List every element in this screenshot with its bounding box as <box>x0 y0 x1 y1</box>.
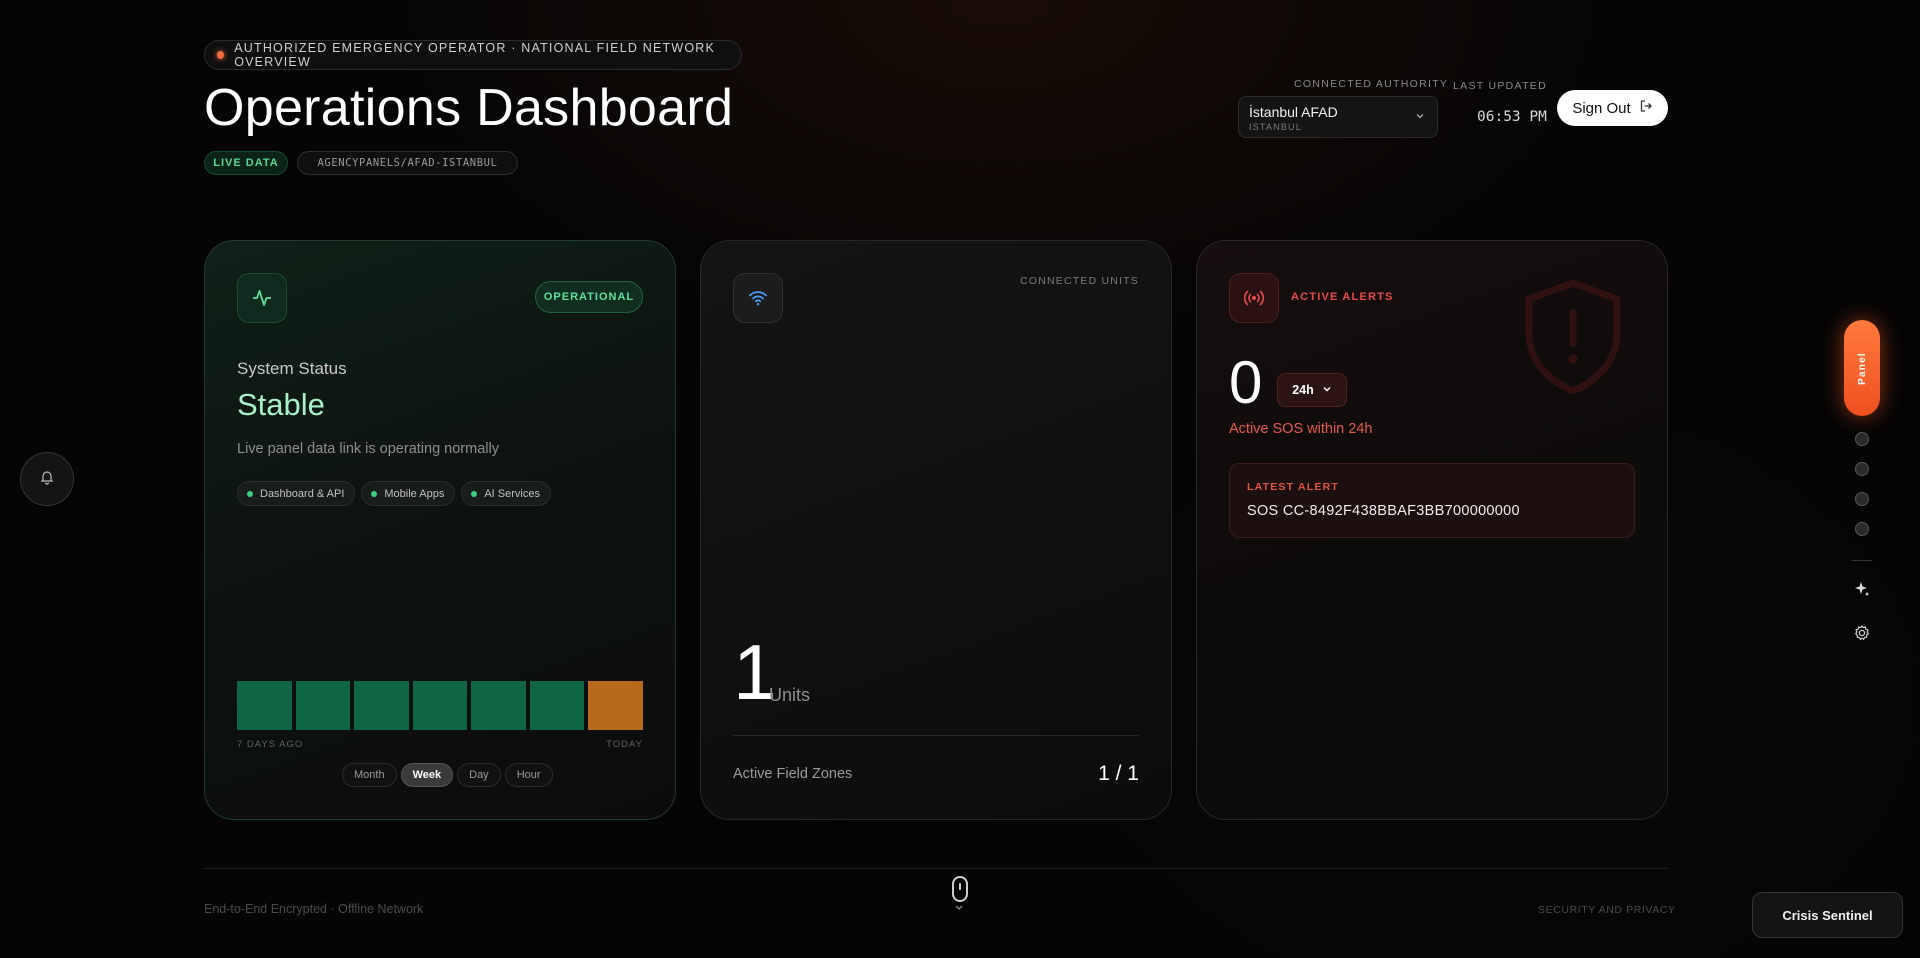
operator-banner: AUTHORIZED EMERGENCY OPERATOR · NATIONAL… <box>204 40 742 70</box>
shield-alert-icon <box>1519 277 1627 402</box>
active-alerts-card: ACTIVE ALERTS 0 24h Active SOS within 24… <box>1196 240 1668 820</box>
units-word: Units <box>769 685 811 705</box>
field-zones-label: Active Field Zones <box>733 766 853 782</box>
uptime-bar-ok <box>295 681 351 730</box>
authority-sub: ISTANBUL <box>1249 122 1302 132</box>
operational-badge: OPERATIONAL <box>535 281 643 313</box>
divider <box>733 735 1139 736</box>
field-zones-value: 1 / 1 <box>1098 762 1139 785</box>
page-title: Operations Dashboard <box>204 79 734 137</box>
chevron-down-icon <box>1415 110 1425 124</box>
crisis-sentinel-button[interactable]: Crisis Sentinel <box>1752 892 1903 938</box>
service-chip-label: Mobile Apps <box>384 487 445 500</box>
status-dot <box>247 490 253 497</box>
authority-name: İstanbul AFAD <box>1249 104 1338 120</box>
service-chip: AI Services <box>461 481 551 506</box>
live-data-tag: LIVE DATA <box>204 151 288 175</box>
sparkle-icon[interactable] <box>1850 577 1874 601</box>
active-alerts-subtitle: Active SOS within 24h <box>1229 421 1373 437</box>
security-privacy-link[interactable]: SECURITY AND PRIVACY <box>1538 904 1676 916</box>
active-alerts-count: 0 <box>1229 349 1263 416</box>
sign-out-button[interactable]: Sign Out <box>1557 90 1668 126</box>
range-hour[interactable]: Hour <box>504 763 553 787</box>
authority-label: CONNECTED AUTHORITY <box>1294 78 1449 90</box>
service-chip: Dashboard & API <box>237 481 356 506</box>
gear-icon[interactable] <box>1850 621 1874 645</box>
live-indicator-dot <box>217 51 225 59</box>
chevron-down-icon <box>954 904 964 915</box>
panel-tab-button[interactable]: Panel <box>1844 320 1880 416</box>
sign-out-label: Sign Out <box>1572 99 1631 117</box>
rail-nav-dot[interactable] <box>1855 522 1869 536</box>
uptime-bars <box>237 681 643 730</box>
latest-alert-label: LATEST ALERT <box>1247 481 1339 493</box>
service-chip: Mobile Apps <box>361 481 456 506</box>
operator-banner-text: AUTHORIZED EMERGENCY OPERATOR · NATIONAL… <box>234 41 716 69</box>
uptime-bar-warn <box>588 681 643 730</box>
status-dot <box>371 490 378 497</box>
uptime-bar-ok <box>237 681 292 730</box>
system-status-value: Stable <box>237 387 325 422</box>
alerts-range-value: 24h <box>1292 383 1314 397</box>
last-updated-time: 06:53 PM <box>1477 109 1547 125</box>
system-status-label: System Status <box>237 359 347 378</box>
range-selector: Month Week Day Hour <box>342 763 553 787</box>
latest-alert-value: SOS CC-8492F438BBAF3BB700000000 <box>1247 503 1520 519</box>
service-chip-label: Dashboard & API <box>260 487 345 500</box>
chevron-down-icon <box>1322 383 1332 397</box>
rail-divider <box>1852 560 1872 561</box>
rail-nav-dot[interactable] <box>1855 462 1869 476</box>
status-dot <box>471 490 478 497</box>
range-week[interactable]: Week <box>400 763 454 787</box>
uptime-bar-ok <box>412 681 468 730</box>
authority-select[interactable]: İstanbul AFAD ISTANBUL <box>1238 96 1438 138</box>
rail-nav-dot[interactable] <box>1855 492 1869 506</box>
path-tag: AGENCYPANELS/AFAD-ISTANBUL <box>297 151 518 175</box>
uptime-axis-start: 7 DAYS AGO <box>237 739 304 750</box>
wifi-icon <box>733 273 783 323</box>
rail-nav-dot[interactable] <box>1855 432 1869 446</box>
alerts-range-select[interactable]: 24h <box>1277 373 1347 407</box>
panel-tab-label: Panel <box>1856 351 1868 385</box>
footer-divider <box>204 868 1668 869</box>
service-chip-label: AI Services <box>484 487 540 500</box>
uptime-bar-ok <box>529 681 585 730</box>
connected-units-label: CONNECTED UNITS <box>1020 275 1139 287</box>
uptime-bar-ok <box>471 681 526 730</box>
last-updated-label: LAST UPDATED <box>1453 80 1547 92</box>
latest-alert-box[interactable]: LATEST ALERT SOS CC-8492F438BBAF3BB70000… <box>1229 463 1635 538</box>
uptime-bar-ok <box>354 681 409 730</box>
system-status-description: Live panel data link is operating normal… <box>237 441 499 457</box>
sign-out-icon <box>1639 99 1653 117</box>
notifications-button[interactable] <box>20 452 74 506</box>
mouse-scroll-icon <box>952 876 968 902</box>
bell-icon <box>39 469 55 490</box>
activity-icon <box>237 273 287 323</box>
range-day[interactable]: Day <box>457 763 501 787</box>
uptime-axis-end: TODAY <box>606 739 643 750</box>
range-month[interactable]: Month <box>342 763 397 787</box>
service-chips: Dashboard & API Mobile Apps AI Services <box>237 481 551 506</box>
connected-units-card: CONNECTED UNITS 1 Units Active Field Zon… <box>700 240 1172 820</box>
system-status-card: OPERATIONAL System Status Stable Live pa… <box>204 240 676 820</box>
footer-encryption-note: End-to-End Encrypted · Offline Network <box>204 902 424 916</box>
active-alerts-title: ACTIVE ALERTS <box>1291 291 1394 303</box>
broadcast-icon <box>1229 273 1279 323</box>
